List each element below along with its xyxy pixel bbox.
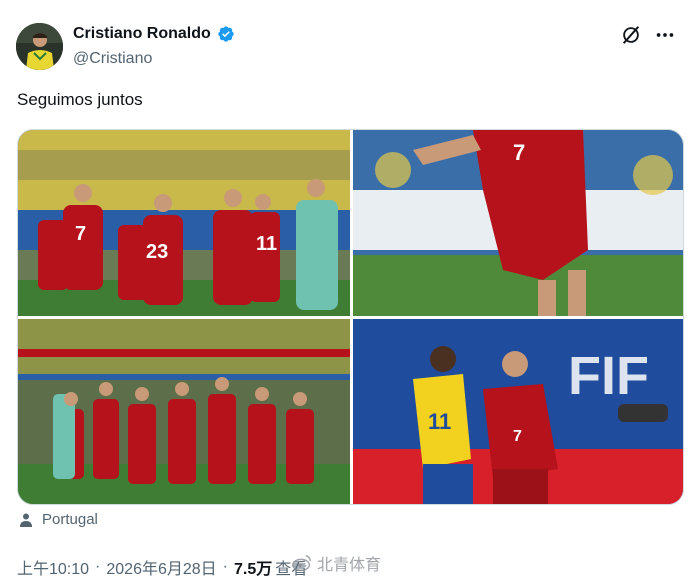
- views-count: 7.5万: [234, 561, 273, 578]
- meta-separator: ·: [95, 558, 101, 575]
- tweet-text: Seguimos juntos: [17, 90, 143, 109]
- tweet-time[interactable]: 上午10:10: [17, 555, 89, 579]
- player-closeup: 7: [353, 130, 683, 316]
- tweet-header: Cristiano Ronaldo @Cristiano: [16, 20, 676, 72]
- match-action: FIF 11 7: [353, 319, 683, 504]
- meta-separator: ·: [222, 558, 228, 575]
- tweet-meta: 上午10:10 · 2026年6月28日 · 7.5万 查看: [17, 555, 307, 579]
- media-image-4[interactable]: FIF 11 7: [353, 319, 683, 504]
- location-tag[interactable]: Portugal: [18, 511, 98, 528]
- location-label: Portugal: [42, 511, 98, 528]
- author-name-row: Cristiano Ronaldo: [73, 25, 235, 43]
- svg-text:11: 11: [428, 409, 451, 434]
- grok-icon[interactable]: [620, 24, 642, 46]
- watermark-text: 北青体育: [317, 557, 382, 574]
- media-image-1[interactable]: 7 23 11: [18, 130, 350, 316]
- media-grid: 7 23 11 7 FIF 11 7: [17, 129, 684, 505]
- more-icon[interactable]: [654, 24, 676, 46]
- team-photo-2: [18, 319, 350, 504]
- verified-badge-icon: [218, 26, 234, 42]
- svg-text:11: 11: [256, 233, 277, 255]
- svg-text:7: 7: [513, 428, 522, 445]
- author-handle[interactable]: @Cristiano: [73, 50, 152, 68]
- svg-text:7: 7: [75, 223, 86, 245]
- svg-text:7: 7: [513, 140, 525, 165]
- media-image-3[interactable]: [18, 319, 350, 504]
- svg-text:FIF: FIF: [568, 346, 649, 406]
- svg-text:23: 23: [146, 241, 168, 263]
- weibo-logo-icon: [292, 554, 311, 572]
- media-image-2[interactable]: 7: [353, 130, 683, 316]
- tweet-date[interactable]: 2026年6月28日: [106, 555, 216, 579]
- avatar[interactable]: [16, 23, 63, 70]
- team-photo-1: 7 23 11: [18, 130, 350, 316]
- person-pin-icon: [20, 513, 32, 527]
- author-display-name[interactable]: Cristiano Ronaldo: [73, 25, 211, 43]
- watermark: 北青体育: [291, 551, 381, 575]
